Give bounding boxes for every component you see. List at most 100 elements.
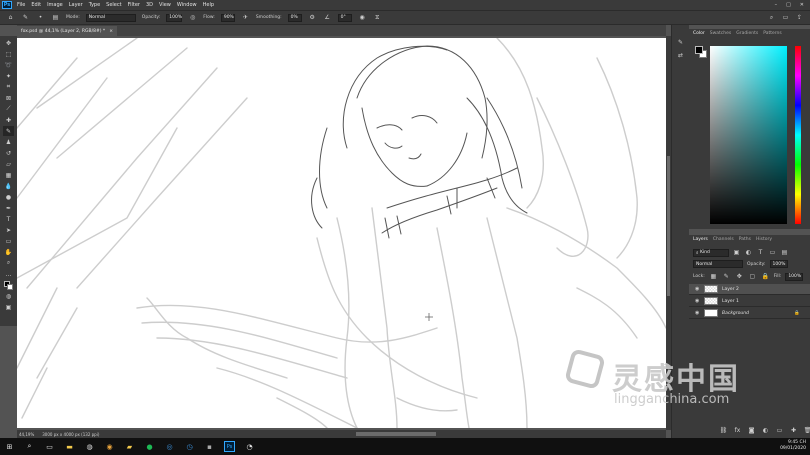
menu-image[interactable]: Image (44, 2, 66, 8)
close-icon[interactable]: ✕ (800, 2, 804, 8)
menu-help[interactable]: Help (200, 2, 217, 8)
layer-row[interactable]: ◉ Background 🔒 (689, 308, 810, 319)
visibility-eye-icon[interactable]: ◉ (695, 286, 700, 292)
zoom-level[interactable]: 44,19% (19, 432, 34, 437)
delete-layer-icon[interactable]: 🗑 (803, 426, 810, 435)
new-layer-icon[interactable]: ✚ (789, 426, 798, 435)
layer-name[interactable]: Layer 1 (722, 299, 739, 304)
document-tab[interactable]: fox.psd @ 44,1% (Layer 2, RGB/8#) * × (17, 26, 117, 36)
airbrush-icon[interactable]: ✈ (241, 13, 250, 22)
layer-style-icon[interactable]: fx (733, 426, 742, 435)
dodge-tool-icon[interactable]: ● (3, 192, 14, 202)
quick-mask-icon[interactable]: ◍ (3, 291, 14, 301)
lasso-tool-icon[interactable]: ➰ (3, 60, 14, 70)
minimize-icon[interactable]: – (775, 2, 778, 8)
windows-start-icon[interactable]: ⊞ (4, 441, 15, 452)
tab-channels[interactable]: Channels (713, 237, 734, 242)
search-icon[interactable]: ⌕ (24, 441, 35, 452)
crop-tool-icon[interactable]: ⌗ (3, 82, 14, 92)
task-view-icon[interactable]: ▭ (44, 441, 55, 452)
brush-preset-icon[interactable]: ✎ (21, 13, 30, 22)
rectangle-tool-icon[interactable]: ▭ (3, 236, 14, 246)
clone-stamp-tool-icon[interactable]: ♟ (3, 137, 14, 147)
layer-row[interactable]: ◉ Layer 1 (689, 296, 810, 307)
folder-icon[interactable]: ▰ (124, 441, 135, 452)
tab-swatches[interactable]: Swatches (710, 31, 732, 36)
chrome-icon[interactable]: ◉ (104, 441, 115, 452)
workspace-icon[interactable]: ▭ (781, 13, 790, 22)
tab-layers[interactable]: Layers (693, 237, 708, 242)
app-icon[interactable]: ◷ (184, 441, 195, 452)
lock-position-icon[interactable]: ✥ (735, 272, 744, 281)
layer-row[interactable]: ◉ Layer 2 (689, 284, 810, 295)
hand-tool-icon[interactable]: ✋ (3, 247, 14, 257)
lock-pixels-icon[interactable]: ✎ (722, 272, 731, 281)
clock-app-icon[interactable]: ◔ (244, 441, 255, 452)
file-explorer-icon[interactable]: ▬ (64, 441, 75, 452)
menu-type[interactable]: Type (86, 2, 103, 8)
lock-transparency-icon[interactable]: ▦ (709, 272, 718, 281)
path-select-tool-icon[interactable]: ➤ (3, 225, 14, 235)
menu-select[interactable]: Select (103, 2, 124, 8)
foreground-background-swatch[interactable] (695, 46, 707, 58)
eyedropper-tool-icon[interactable]: ⟋ (3, 104, 14, 114)
smoothing-settings-icon[interactable]: ⚙ (308, 13, 317, 22)
screen-mode-icon[interactable]: ▣ (3, 302, 14, 312)
document-info[interactable]: 3000 px x 4000 px (132 ppi) (42, 432, 99, 437)
move-tool-icon[interactable]: ✥ (3, 38, 14, 48)
spotify-icon[interactable]: ● (144, 441, 155, 452)
mode-select[interactable]: Normal (85, 13, 136, 22)
tab-gradients[interactable]: Gradients (736, 31, 758, 36)
color-swatch-icon[interactable] (3, 280, 14, 290)
fill-field[interactable]: 100% (785, 272, 804, 281)
marquee-tool-icon[interactable]: ⬚ (3, 49, 14, 59)
more-tools-icon[interactable]: … (3, 269, 14, 279)
lock-all-icon[interactable]: 🔒 (761, 272, 770, 281)
tray-date[interactable]: 09/01/2020 (780, 446, 806, 452)
flow-field[interactable]: 90% (220, 13, 235, 22)
brush-settings-panel-icon[interactable]: ✎ (675, 37, 686, 47)
menu-view[interactable]: View (156, 2, 174, 8)
tab-color[interactable]: Color (693, 31, 705, 36)
angle-field[interactable]: 0° (337, 13, 352, 22)
filter-type-icon[interactable]: T (756, 248, 765, 257)
tab-patterns[interactable]: Patterns (763, 31, 782, 36)
lock-artboard-icon[interactable]: ▢ (748, 272, 757, 281)
steam-icon[interactable]: ◍ (84, 441, 95, 452)
layer-name[interactable]: Layer 2 (722, 287, 739, 292)
zoom-tool-icon[interactable]: ⌕ (3, 258, 14, 268)
pressure-opacity-icon[interactable]: ◎ (188, 13, 197, 22)
color-picker-field[interactable] (710, 46, 787, 224)
tab-history[interactable]: History (756, 237, 772, 242)
menu-window[interactable]: Window (174, 2, 200, 8)
home-icon[interactable]: ⌂ (6, 13, 15, 22)
search-icon[interactable]: ⌕ (767, 13, 776, 22)
menu-3d[interactable]: 3D (143, 2, 156, 8)
adjustment-layer-icon[interactable]: ◐ (761, 426, 770, 435)
layer-blend-mode[interactable]: Normal (693, 260, 743, 268)
menu-layer[interactable]: Layer (66, 2, 86, 8)
frame-tool-icon[interactable]: ⊠ (3, 93, 14, 103)
type-tool-icon[interactable]: T (3, 214, 14, 224)
history-brush-tool-icon[interactable]: ↺ (3, 148, 14, 158)
close-tab-icon[interactable]: × (109, 29, 113, 34)
symmetry-icon[interactable]: ⧖ (373, 13, 382, 22)
pen-tool-icon[interactable]: ✒ (3, 203, 14, 213)
horizontal-scrollbar[interactable] (356, 432, 436, 436)
filter-smart-icon[interactable]: ▤ (780, 248, 789, 257)
filter-shape-icon[interactable]: ▭ (768, 248, 777, 257)
hue-slider[interactable] (795, 46, 801, 224)
filter-pixel-icon[interactable]: ▣ (732, 248, 741, 257)
healing-tool-icon[interactable]: ✚ (3, 115, 14, 125)
gradient-tool-icon[interactable]: ▦ (3, 170, 14, 180)
angle-icon[interactable]: ∠ (323, 13, 332, 22)
tab-paths[interactable]: Paths (739, 237, 751, 242)
add-mask-icon[interactable]: ◙ (747, 426, 756, 435)
brush-tool-icon[interactable]: ✎ (3, 126, 14, 136)
layer-name[interactable]: Background (722, 311, 749, 316)
opacity-field[interactable]: 100% (166, 13, 183, 22)
blur-tool-icon[interactable]: 💧 (3, 181, 14, 191)
new-group-icon[interactable]: ▭ (775, 426, 784, 435)
brush-size-icon[interactable]: • (36, 13, 45, 22)
menu-filter[interactable]: Filter (125, 2, 143, 8)
